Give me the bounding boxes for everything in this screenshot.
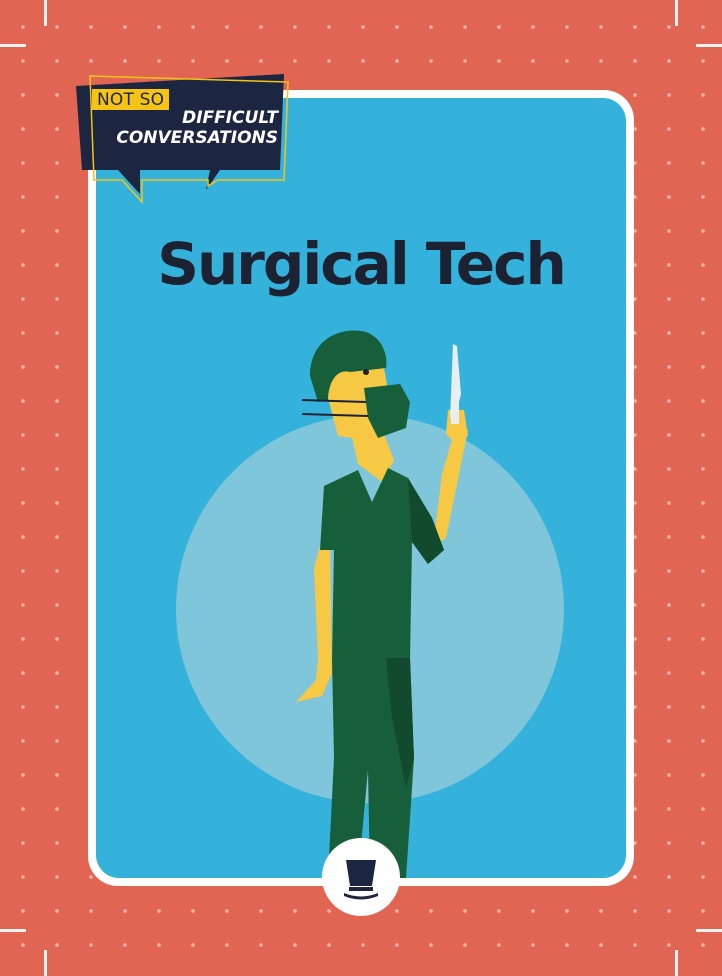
card-panel: Surgical Tech xyxy=(96,98,626,878)
badge-tagline: NOT SO xyxy=(92,89,170,110)
right-forearm xyxy=(434,426,468,544)
left-arm xyxy=(296,546,332,702)
brand-logo xyxy=(322,838,400,916)
scalpel-handle xyxy=(451,398,459,424)
crop-mark-bottom-right-h xyxy=(696,929,722,932)
eye xyxy=(363,369,369,375)
crop-mark-top-right xyxy=(675,0,678,26)
role-card: Surgical Tech xyxy=(88,90,634,886)
crop-mark-bottom-left xyxy=(44,950,47,976)
series-badge: NOT SO DIFFICULT CONVERSATIONS xyxy=(70,72,300,207)
scrub-top xyxy=(320,468,444,660)
top-hat-icon xyxy=(344,860,378,900)
crop-mark-top-left xyxy=(44,0,47,26)
crop-mark-bottom-left-h xyxy=(0,929,26,932)
surgical-tech-illustration xyxy=(296,330,468,878)
crop-mark-bottom-right xyxy=(675,950,678,976)
badge-line-1: DIFFICULT xyxy=(182,108,278,128)
crop-mark-top-right-h xyxy=(696,44,722,47)
badge-line-2: CONVERSATIONS xyxy=(116,128,278,148)
crop-mark-top-left-h xyxy=(0,44,26,47)
